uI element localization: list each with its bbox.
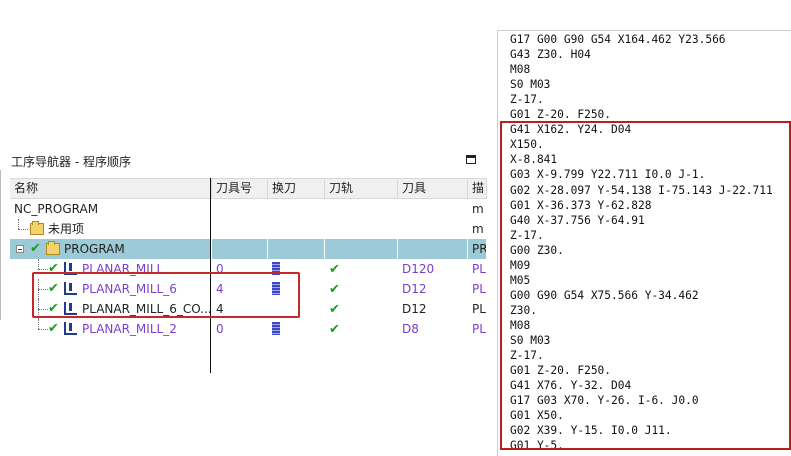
nc-code-line: S0 M03 [510,78,551,92]
nc-code-line: Z-17. [510,93,544,107]
row-desc: PL [472,262,486,276]
path-check-icon: ✔ [329,322,340,337]
col-header-path[interactable]: 刀轨 [325,179,398,198]
path-check-icon: ✔ [329,302,340,317]
col-header-toolno[interactable]: 刀具号 [212,179,268,198]
table-row-unused[interactable]: 未用项 m [10,219,487,239]
row-name: PLANAR_MILL_2 [82,322,177,336]
row-tool: D120 [402,262,435,276]
row-desc: m [472,222,484,236]
navigator-title: 工序导航器 - 程序顺序 [11,155,131,169]
path-check-icon: ✔ [329,282,340,297]
operation-navigator: 工序导航器 - 程序顺序 名称 刀具号 换刀 刀轨 刀具 描 NC_PROGRA… [10,148,487,373]
row-name: NC_PROGRAM [14,202,99,216]
table-row-nc-program[interactable]: NC_PROGRAM m [10,199,487,219]
tool-change-icon [272,322,280,335]
table-row-planar-mill-2[interactable]: ✔ PLANAR_MILL_2 0 ✔ D8 PL [10,319,487,339]
row-desc: m [472,202,484,216]
row-desc: PL [472,302,486,316]
row-desc: PL [472,322,486,336]
nc-code-line: G01 Z-20. F250. [510,108,612,122]
navigator-header: 名称 刀具号 换刀 刀轨 刀具 描 [10,178,487,199]
nc-code-line: G43 Z30. H04 [510,48,591,62]
nc-code-line: G17 G00 G90 G54 X164.462 Y23.566 [510,33,726,46]
col-header-tool[interactable]: 刀具 [398,179,468,198]
row-toolno: 0 [216,322,224,336]
maximize-icon[interactable] [466,155,476,164]
planar-mill-icon [64,322,77,335]
check-icon: ✔ [30,241,41,256]
row-tool: D12 [402,282,427,296]
row-tool: D8 [402,322,419,336]
col-header-toolchange[interactable]: 换刀 [268,179,325,198]
col-header-desc[interactable]: 描 [468,179,487,198]
row-name: PROGRAM [64,242,125,256]
collapse-icon[interactable] [16,245,24,253]
table-row-program[interactable]: ✔ PROGRAM PR [10,239,487,259]
nc-code-line: M08 [510,63,531,77]
col-header-name[interactable]: 名称 [10,179,212,198]
annotation-box-navigator [32,272,300,318]
row-desc: PL [472,282,486,296]
row-name: 未用项 [48,222,85,236]
annotation-box-code [500,121,791,450]
path-check-icon: ✔ [329,262,340,277]
row-desc: PR [468,239,487,259]
panel-left-edge [0,170,1,320]
folder-icon [30,221,44,235]
folder-icon [46,241,60,255]
row-tool: D12 [402,302,427,316]
check-icon: ✔ [48,321,59,336]
